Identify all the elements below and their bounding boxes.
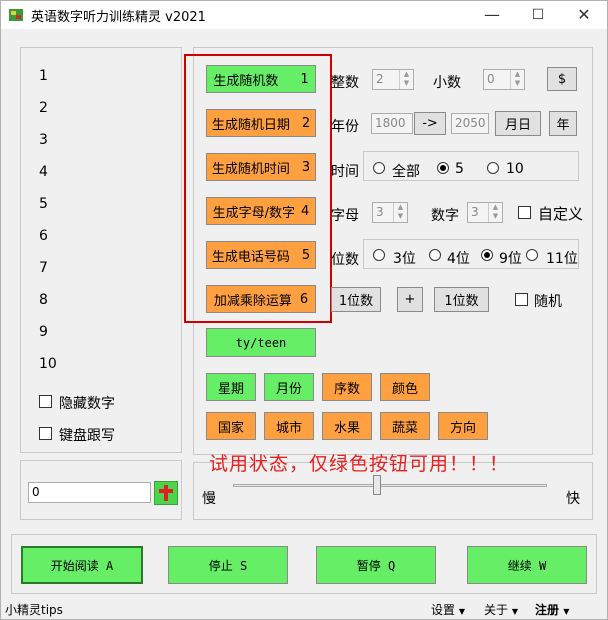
month-day-button[interactable]: 月日 xyxy=(495,111,541,136)
ordinal-button[interactable]: 序数 xyxy=(322,373,372,401)
trial-notice: 试用状态，仅绿色按钮可用！！！ xyxy=(209,453,510,475)
register-menu[interactable]: 注册 ▼ xyxy=(535,601,569,618)
weekday-button[interactable]: 星期 xyxy=(206,373,256,401)
spinner-arrows-icon[interactable]: ▲ ▼ xyxy=(393,203,407,222)
year-from-field[interactable]: 1800 xyxy=(371,113,413,134)
title-bar: 英语数字听力训练精灵 v2021 — ☐ ✕ xyxy=(1,1,607,29)
speed-slider-track[interactable] xyxy=(233,484,547,487)
pause-button[interactable]: 暂停 Q xyxy=(316,546,436,584)
highlight-frame xyxy=(184,54,332,323)
keyboard-follow-label: 键盘跟写 xyxy=(59,428,115,444)
time-10-radio[interactable] xyxy=(487,162,499,174)
time-all-radio[interactable] xyxy=(373,162,385,174)
close-button[interactable]: ✕ xyxy=(561,1,607,29)
year-to-field[interactable]: 2050 xyxy=(451,113,489,134)
digits-3-radio[interactable] xyxy=(373,249,385,261)
app-window: 英语数字听力训练精灵 v2021 — ☐ ✕ 1 2 3 4 5 6 7 8 9… xyxy=(0,0,608,620)
number-item: 1 xyxy=(39,68,48,84)
digits-9-radio[interactable] xyxy=(481,249,493,261)
app-icon xyxy=(9,9,23,21)
hide-numbers-label: 隐藏数字 xyxy=(59,396,115,412)
month-button[interactable]: 月份 xyxy=(264,373,314,401)
integer-spinner[interactable]: 2 ▲ ▼ xyxy=(372,69,414,90)
digit-count-label: 位数 xyxy=(331,252,359,268)
city-button[interactable]: 城市 xyxy=(264,412,314,440)
letters-spinner[interactable]: 3 ▲ ▼ xyxy=(372,202,408,223)
number-item: 3 xyxy=(39,132,48,148)
fruit-button[interactable]: 水果 xyxy=(322,412,372,440)
stop-button[interactable]: 停止 S xyxy=(168,546,288,584)
custom-label: 自定义 xyxy=(538,205,584,223)
number-item: 2 xyxy=(39,100,48,116)
digits-spinner[interactable]: 3 ▲ ▼ xyxy=(467,202,503,223)
digits-11-radio[interactable] xyxy=(526,249,538,261)
maximize-button[interactable]: ☐ xyxy=(515,1,561,29)
keyboard-follow-checkbox[interactable] xyxy=(39,427,52,440)
country-button[interactable]: 国家 xyxy=(206,412,256,440)
color-button[interactable]: 颜色 xyxy=(380,373,430,401)
digits-4-label: 4位 xyxy=(447,251,470,267)
hide-numbers-checkbox[interactable] xyxy=(39,395,52,408)
window-title: 英语数字听力训练精灵 v2021 xyxy=(31,10,206,25)
year-range-arrow-button[interactable]: -> xyxy=(414,112,446,135)
operator-button[interactable]: + xyxy=(397,287,423,312)
time-5-radio[interactable] xyxy=(437,162,449,174)
minimize-button[interactable]: — xyxy=(469,1,515,29)
spinner-arrows-icon[interactable]: ▲ ▼ xyxy=(510,70,524,89)
random-checkbox[interactable] xyxy=(515,293,528,306)
number-item: 4 xyxy=(39,164,48,180)
digits-4-radio[interactable] xyxy=(429,249,441,261)
time-label: 时间 xyxy=(331,164,359,180)
digits-3-label: 3位 xyxy=(393,251,416,267)
digits-label: 数字 xyxy=(431,208,459,224)
spinner-arrows-icon[interactable]: ▲ ▼ xyxy=(399,70,413,89)
settings-menu[interactable]: 设置 ▼ xyxy=(431,601,465,618)
custom-checkbox[interactable] xyxy=(518,206,531,219)
dollar-button[interactable]: $ xyxy=(547,67,577,91)
number-item: 8 xyxy=(39,292,48,308)
slow-label: 慢 xyxy=(202,491,216,507)
answer-input[interactable]: 0 xyxy=(28,482,151,503)
number-item: 10 xyxy=(39,356,57,372)
number-item: 5 xyxy=(39,196,48,212)
decimal-spinner[interactable]: 0 ▲ ▼ xyxy=(483,69,525,90)
decimal-label: 小数 xyxy=(433,75,461,91)
add-icon[interactable] xyxy=(154,481,178,505)
letters-label: 字母 xyxy=(331,208,359,224)
vegetable-button[interactable]: 蔬菜 xyxy=(380,412,430,440)
year-button[interactable]: 年 xyxy=(549,111,577,136)
number-item: 7 xyxy=(39,260,48,276)
time-5-label: 5 xyxy=(455,161,464,177)
number-item: 6 xyxy=(39,228,48,244)
operand2-button[interactable]: 1位数 xyxy=(434,287,489,312)
continue-button[interactable]: 继续 W xyxy=(467,546,587,584)
dropdown-arrow-icon: ▼ xyxy=(563,607,570,616)
fast-label: 快 xyxy=(566,491,580,507)
direction-button[interactable]: 方向 xyxy=(438,412,488,440)
operand1-button[interactable]: 1位数 xyxy=(331,287,381,312)
number-item: 9 xyxy=(39,324,48,340)
ty-teen-button[interactable]: ty/teen xyxy=(206,328,316,357)
speed-slider-handle[interactable] xyxy=(373,475,381,495)
digits-9-label: 9位 xyxy=(499,251,522,267)
tips-label: 小精灵tips xyxy=(5,603,63,617)
time-10-label: 10 xyxy=(506,161,524,177)
dropdown-arrow-icon: ▼ xyxy=(458,607,465,616)
time-all-label: 全部 xyxy=(392,164,420,180)
about-menu[interactable]: 关于 ▼ xyxy=(484,601,518,618)
start-reading-button[interactable]: 开始阅读 A xyxy=(21,546,143,584)
integer-label: 整数 xyxy=(331,75,359,91)
digits-11-label: 11位 xyxy=(546,251,578,267)
random-label: 随机 xyxy=(534,294,562,310)
dropdown-arrow-icon: ▼ xyxy=(511,607,518,616)
year-label: 年份 xyxy=(331,119,359,135)
spinner-arrows-icon[interactable]: ▲ ▼ xyxy=(488,203,502,222)
